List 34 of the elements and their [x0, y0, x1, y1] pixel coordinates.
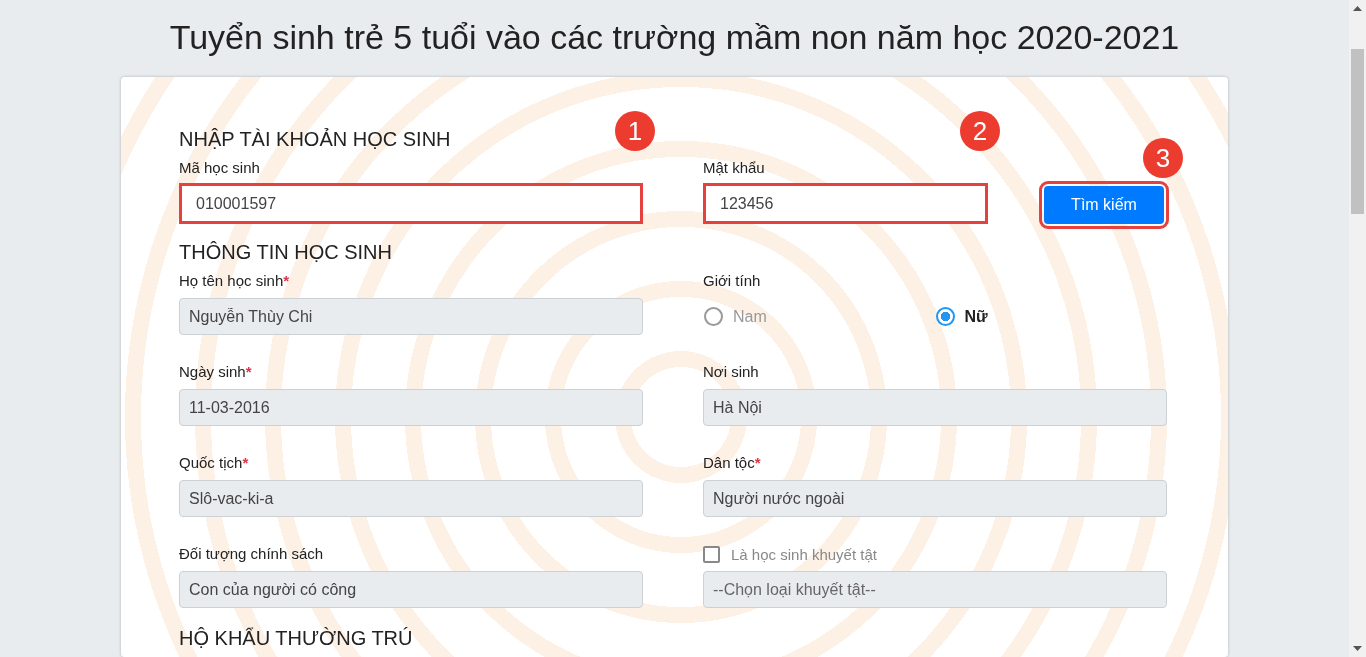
step-marker: 1	[615, 111, 655, 151]
input-field[interactable]: 010001597	[179, 183, 643, 224]
scroll-up-icon[interactable]	[1353, 6, 1362, 11]
input-field[interactable]: Người nước ngoài	[703, 480, 1167, 517]
section-heading: NHẬP TÀI KHOẢN HỌC SINH	[179, 127, 451, 151]
section-heading: HỘ KHẨU THƯỜNG TRÚ	[179, 626, 413, 650]
radio-button[interactable]	[704, 307, 723, 326]
field-label: Mật khẩu	[703, 159, 766, 177]
field-label: Họ tên học sinh*	[179, 272, 291, 290]
field-label: Đối tượng chính sách	[179, 545, 325, 563]
radio-button[interactable]	[935, 307, 955, 326]
section-heading: THÔNG TIN HỌC SINH	[179, 240, 392, 264]
input-field[interactable]: 11-03-2016	[179, 389, 643, 426]
input-field[interactable]: Con của người có công	[179, 571, 643, 608]
input-field[interactable]: Slô-vac-ki-a	[179, 480, 643, 517]
input-field[interactable]: 123456	[703, 183, 988, 224]
field-label: Quốc tịch*	[179, 454, 250, 472]
field-label: Giới tính	[703, 272, 762, 290]
checkbox[interactable]	[703, 545, 720, 563]
radio-label: Nam	[733, 307, 767, 326]
scrollbar[interactable]	[1349, 0, 1366, 657]
input-field[interactable]: Nguyễn Thùy Chi	[179, 298, 643, 335]
radio-label: Nữ	[964, 307, 988, 326]
step-marker: 2	[960, 111, 1000, 151]
field-label: Dân tộc*	[703, 454, 762, 472]
input-field[interactable]: Hà Nội	[703, 389, 1167, 426]
field-label: Ngày sinh*	[179, 363, 253, 381]
field-label: Nơi sinh	[703, 363, 760, 381]
checkbox-label: Là học sinh khuyết tật	[731, 545, 877, 563]
page-title: Tuyển sinh trẻ 5 tuổi vào các trường mầm non năm học 2020-2021	[169, 17, 1180, 57]
scroll-down-icon[interactable]	[1353, 646, 1362, 651]
scrollbar-thumb[interactable]	[1351, 49, 1364, 214]
step-marker: 3	[1143, 138, 1183, 178]
field-label: Mã học sinh	[179, 159, 261, 177]
